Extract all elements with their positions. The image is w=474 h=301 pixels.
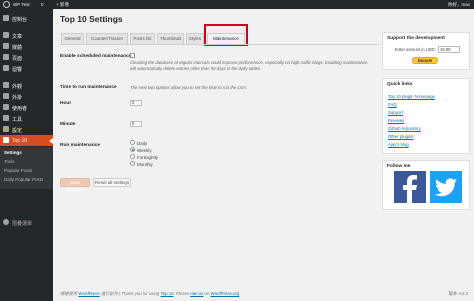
collapse-menu-button[interactable]: 摺疊選單 [0, 217, 53, 228]
dashboard-icon [3, 15, 9, 21]
comments-icon [3, 65, 9, 71]
users-icon [3, 104, 9, 110]
user-greeting[interactable]: 你好，max [448, 2, 470, 8]
tab-styles[interactable]: Styles [186, 33, 204, 44]
pin-icon [3, 32, 9, 38]
sidebar-item-plugins[interactable]: 外掛 [0, 91, 53, 102]
quick-links-widget: Quick links Top 10 plugin homepage FAQ S… [382, 78, 470, 154]
minute-label: Minute [60, 122, 76, 127]
sidebar-item-dashboard[interactable]: 控制台 [0, 13, 53, 24]
run-option-weekly[interactable]: Weekly [130, 147, 152, 153]
submenu-tools[interactable]: Tools [4, 159, 15, 164]
radio-weekly[interactable] [130, 147, 135, 153]
tab-thumbnail[interactable]: Thumbnail [157, 33, 184, 44]
chart-icon [3, 137, 9, 143]
link-plugin-homepage[interactable]: Top 10 plugin homepage [388, 94, 435, 99]
maintenance-tab-highlight [204, 24, 248, 46]
save-changes-button[interactable]: Save Changes [60, 178, 90, 192]
radio-monthly[interactable] [130, 161, 135, 167]
tab-posts-list[interactable]: Posts list [130, 33, 155, 44]
tools-icon [3, 115, 9, 121]
admin-bar: WP Test 0 + 新增 你好，max [0, 0, 474, 9]
new-content-link[interactable]: + 新增 [56, 2, 69, 8]
tab-divider [60, 44, 378, 45]
twitter-icon[interactable] [430, 171, 462, 203]
settings-icon [3, 126, 9, 132]
sidebar-item-users[interactable]: 使用者 [0, 102, 53, 113]
run-option-fortnightly[interactable]: Fortnightly [130, 154, 158, 160]
sidebar-item-media[interactable]: 媒體 [0, 41, 53, 52]
submenu-popular-posts[interactable]: Popular Posts [4, 168, 32, 173]
radio-fortnightly[interactable] [130, 154, 135, 160]
sidebar-item-settings[interactable]: 設定 [0, 124, 53, 135]
sidebar-item-top10[interactable]: Top 10 [0, 135, 53, 146]
link-faq[interactable]: FAQ [388, 102, 397, 107]
collapse-icon [3, 219, 9, 225]
run-option-monthly[interactable]: Monthly [130, 161, 153, 167]
amount-input[interactable]: 15.00 [438, 45, 460, 53]
radio-daily[interactable] [130, 140, 135, 146]
top10-submenu: Settings Tools Popular Posts Daily Popul… [0, 147, 53, 189]
reset-settings-button[interactable]: Reset all settings [93, 178, 131, 187]
comments-count[interactable]: 0 [41, 2, 44, 7]
hour-label: Hour [60, 101, 72, 106]
footer-wporg-link[interactable]: WordPress.org [211, 291, 240, 296]
sidebar-item-comments[interactable]: 迴響 [0, 63, 53, 74]
appearance-icon [3, 82, 9, 88]
sidebar-item-pages[interactable]: 頁面 [0, 52, 53, 63]
enable-maintenance-checkbox[interactable] [130, 53, 135, 58]
run-option-daily[interactable]: Daily [130, 140, 147, 146]
time-description: The next two options allow you to set th… [130, 85, 248, 90]
footer-version: 版本 4.5.3 [448, 291, 468, 296]
link-other-plugins[interactable]: Other plugins [388, 134, 414, 139]
sidebar-item-tools[interactable]: 工具 [0, 113, 53, 124]
quick-links-title: Quick links [387, 82, 413, 87]
footer-top10-link[interactable]: Top 10 [160, 291, 173, 296]
media-icon [3, 43, 9, 49]
footer-rate-link[interactable]: rate us [190, 291, 203, 296]
site-name-link[interactable]: WP Test [13, 2, 30, 7]
page-icon [3, 54, 9, 60]
follow-widget-title: Follow me [387, 164, 411, 169]
amount-label: Enter amount in USD: [395, 47, 436, 52]
minute-input[interactable]: 0 [130, 121, 142, 127]
run-maintenance-label: Run maintenance [60, 143, 100, 148]
donate-button[interactable]: Donate [412, 57, 438, 64]
enable-maintenance-description: Cleaning the database at regular interva… [130, 60, 368, 71]
submenu-settings[interactable]: Settings [4, 150, 22, 155]
wordpress-logo-icon[interactable] [3, 1, 10, 8]
footer-credits: 感謝使用 WordPress 進行創作 | Thank you for usin… [60, 291, 240, 296]
link-support[interactable]: Support [388, 110, 403, 115]
plugins-icon [3, 93, 9, 99]
sidebar-item-appearance[interactable]: 外觀 [0, 80, 53, 91]
sidebar-item-posts[interactable]: 文章 [0, 30, 53, 41]
tab-general[interactable]: General [61, 33, 84, 44]
tab-counter-tracker[interactable]: Counter/Tracker [86, 33, 128, 44]
page-title: Top 10 Settings [60, 14, 123, 24]
link-reviews[interactable]: Reviews [388, 118, 404, 123]
link-github[interactable]: Github repository [388, 126, 421, 131]
submenu-daily-popular-posts[interactable]: Daily Popular Posts [4, 177, 43, 182]
facebook-icon[interactable] [394, 171, 426, 203]
support-widget-title: Support the development [387, 36, 445, 41]
hour-input[interactable]: 0 [130, 100, 142, 106]
footer-wordpress-link[interactable]: WordPress [78, 291, 99, 296]
support-widget: Support the development Enter amount in … [382, 32, 470, 70]
link-ajays-blog[interactable]: Ajay's blog [388, 142, 409, 147]
time-label: Time to run maintenance [60, 85, 117, 90]
enable-maintenance-label: Enable scheduled maintenance [60, 54, 132, 59]
